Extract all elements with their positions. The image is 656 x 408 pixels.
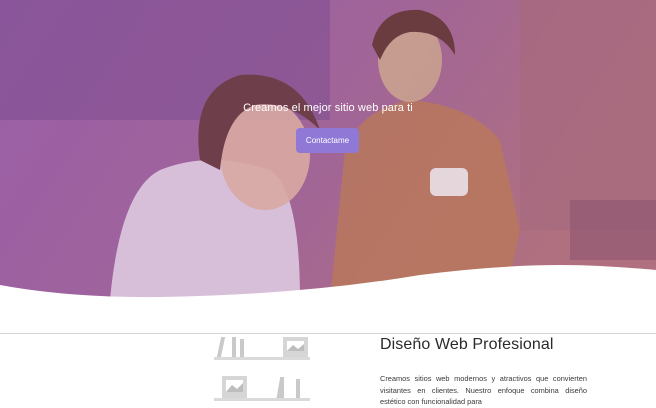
section-divider [0,333,656,334]
hero-section: Creamos el mejor sitio web para ti Conta… [0,0,656,300]
feature-description: Creamos sitios web modernos y atractivos… [380,374,587,406]
feature-title: Diseño Web Profesional [380,336,554,353]
hero-title: Creamos el mejor sitio web para ti [243,102,413,114]
gallery-illustration [214,337,310,401]
contact-button[interactable]: Contactame [296,128,359,153]
